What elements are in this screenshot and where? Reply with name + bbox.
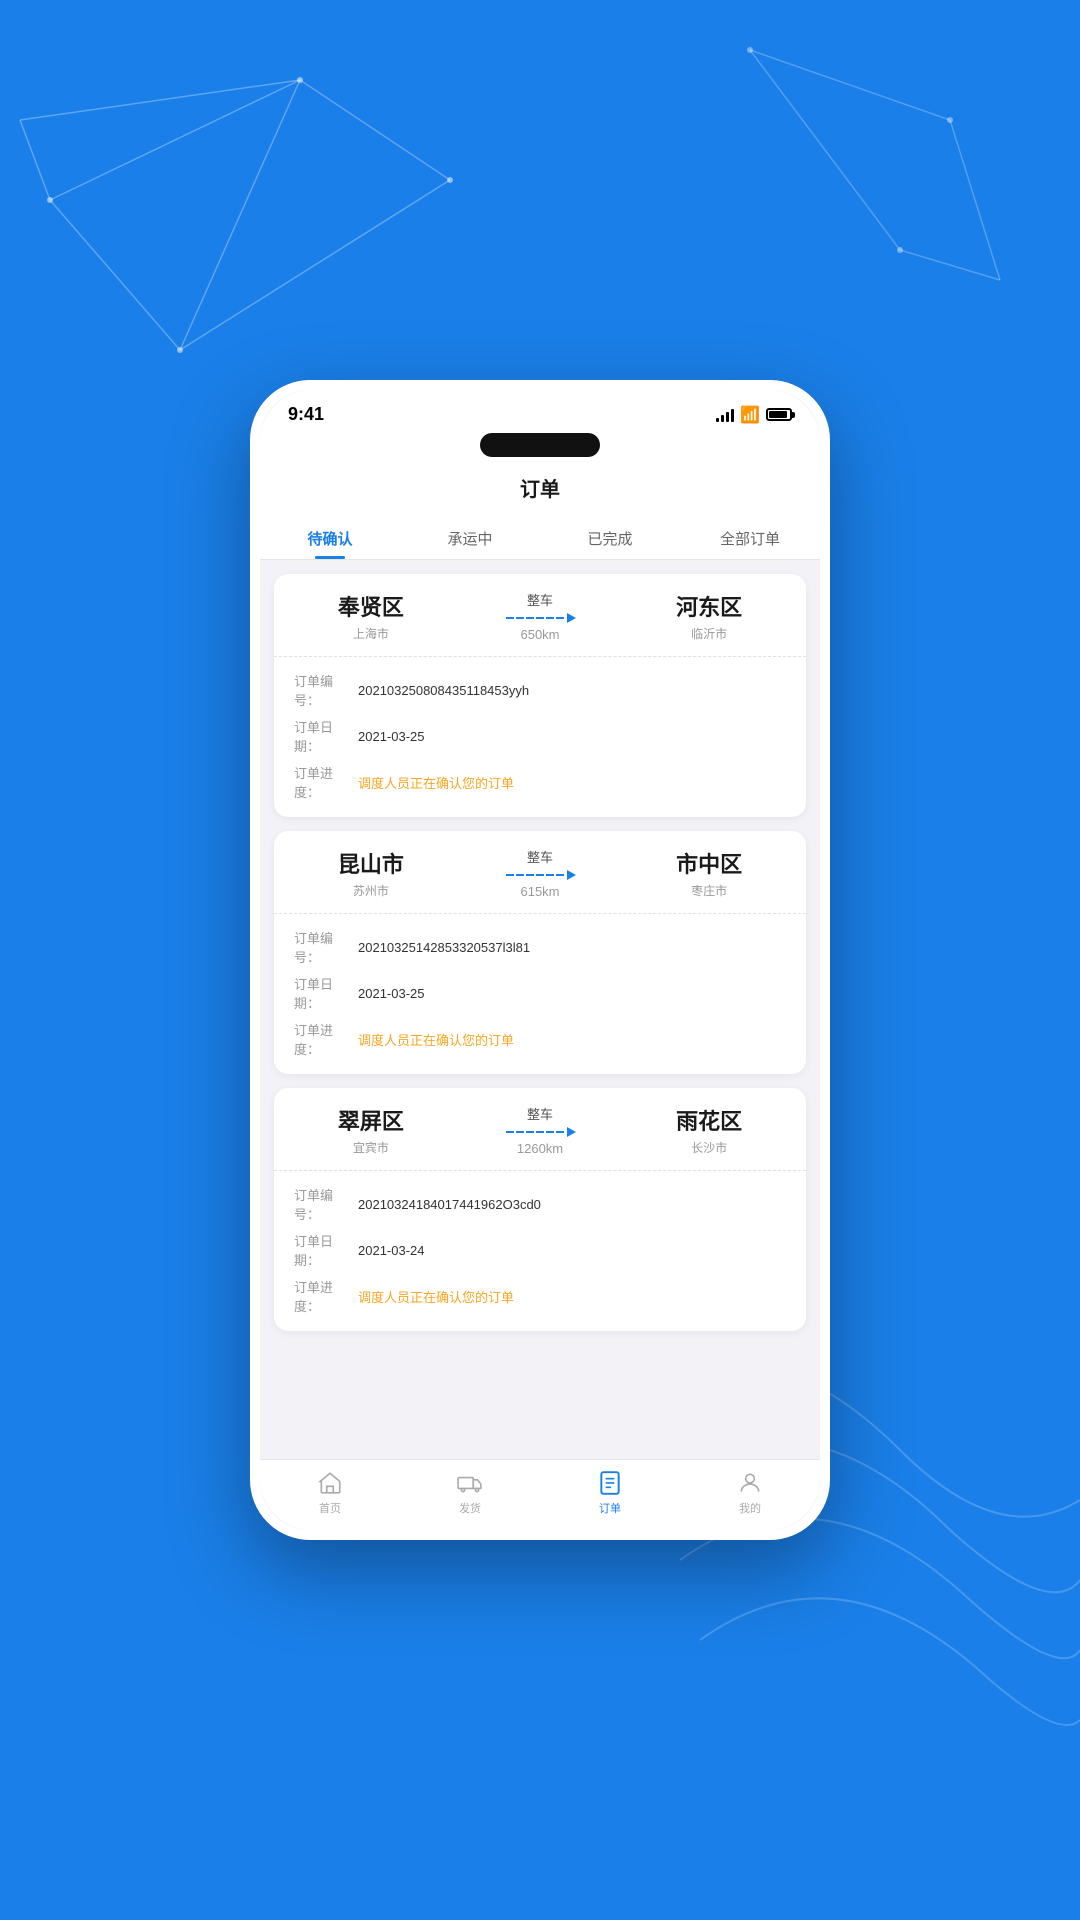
nav-order-label: 订单 [599,1500,621,1516]
tab-in-transit[interactable]: 承运中 [400,516,540,559]
route-middle-2: 整车 615km [448,847,633,899]
signal-icon [716,408,734,422]
order-no-row-2: 订单编号： 20210325142853320537l3l81 [294,928,786,966]
tab-pending[interactable]: 待确认 [260,516,400,559]
from-city-2: 昆山市 苏州市 [294,847,448,899]
route-section-3: 翠屏区 宜宾市 整车 1260km [274,1088,806,1171]
nav-profile[interactable]: 我的 [680,1470,820,1516]
user-icon [737,1470,763,1496]
order-date-row-3: 订单日期： 2021-03-24 [294,1231,786,1269]
order-progress-row-2: 订单进度： 调度人员正在确认您的订单 [294,1020,786,1058]
battery-icon [766,408,792,421]
home-icon [317,1470,343,1496]
order-list: 奉贤区 上海市 整车 650km [260,560,820,1459]
nav-shipping-label: 发货 [459,1500,481,1516]
route-arrow-1 [448,613,633,623]
order-no-row-1: 订单编号： 202103250808435118453yyh [294,671,786,709]
to-city-1: 河东区 临沂市 [632,590,786,642]
nav-profile-label: 我的 [739,1500,761,1516]
order-card-2[interactable]: 昆山市 苏州市 整车 615km [274,831,806,1074]
route-middle-1: 整车 650km [448,590,633,642]
order-card-3[interactable]: 翠屏区 宜宾市 整车 1260km [274,1088,806,1331]
order-progress-row-3: 订单进度： 调度人员正在确认您的订单 [294,1277,786,1315]
phone-screen: 9:41 📶 订单 待确认 [260,390,820,1530]
route-arrow-3 [448,1127,633,1137]
order-no-row-3: 订单编号： 20210324184017441962O3cd0 [294,1185,786,1223]
route-arrow-2 [448,870,633,880]
order-card-1[interactable]: 奉贤区 上海市 整车 650km [274,574,806,817]
wifi-icon: 📶 [740,405,760,425]
status-bar: 9:41 📶 [260,390,820,433]
nav-home[interactable]: 首页 [260,1470,400,1516]
detail-section-3: 订单编号： 20210324184017441962O3cd0 订单日期： 20… [274,1171,806,1331]
order-date-row-1: 订单日期： 2021-03-25 [294,717,786,755]
to-city-3: 雨花区 长沙市 [632,1104,786,1156]
from-city-3: 翠屏区 宜宾市 [294,1104,448,1156]
dynamic-island [480,433,600,457]
order-date-row-2: 订单日期： 2021-03-25 [294,974,786,1012]
tab-all-orders[interactable]: 全部订单 [680,516,820,559]
detail-section-1: 订单编号： 202103250808435118453yyh 订单日期： 202… [274,657,806,817]
route-section-2: 昆山市 苏州市 整车 615km [274,831,806,914]
status-time: 9:41 [288,404,324,425]
nav-shipping[interactable]: 发货 [400,1470,540,1516]
tab-completed[interactable]: 已完成 [540,516,680,559]
tab-bar: 待确认 承运中 已完成 全部订单 [260,516,820,560]
notch-bar [260,433,820,463]
nav-order[interactable]: 订单 [540,1470,680,1516]
route-middle-3: 整车 1260km [448,1104,633,1156]
route-section-1: 奉贤区 上海市 整车 650km [274,574,806,657]
page-title: 订单 [520,479,560,501]
nav-home-label: 首页 [319,1500,341,1516]
phone-shell: 9:41 📶 订单 待确认 [250,380,830,1540]
page-title-bar: 订单 [260,463,820,516]
order-progress-row-1: 订单进度： 调度人员正在确认您的订单 [294,763,786,801]
truck-icon [457,1470,483,1496]
bottom-nav: 首页 发货 订单 [260,1459,820,1530]
order-icon [597,1470,623,1496]
status-icons: 📶 [716,405,792,425]
to-city-2: 市中区 枣庄市 [632,847,786,899]
detail-section-2: 订单编号： 20210325142853320537l3l81 订单日期： 20… [274,914,806,1074]
from-city-1: 奉贤区 上海市 [294,590,448,642]
